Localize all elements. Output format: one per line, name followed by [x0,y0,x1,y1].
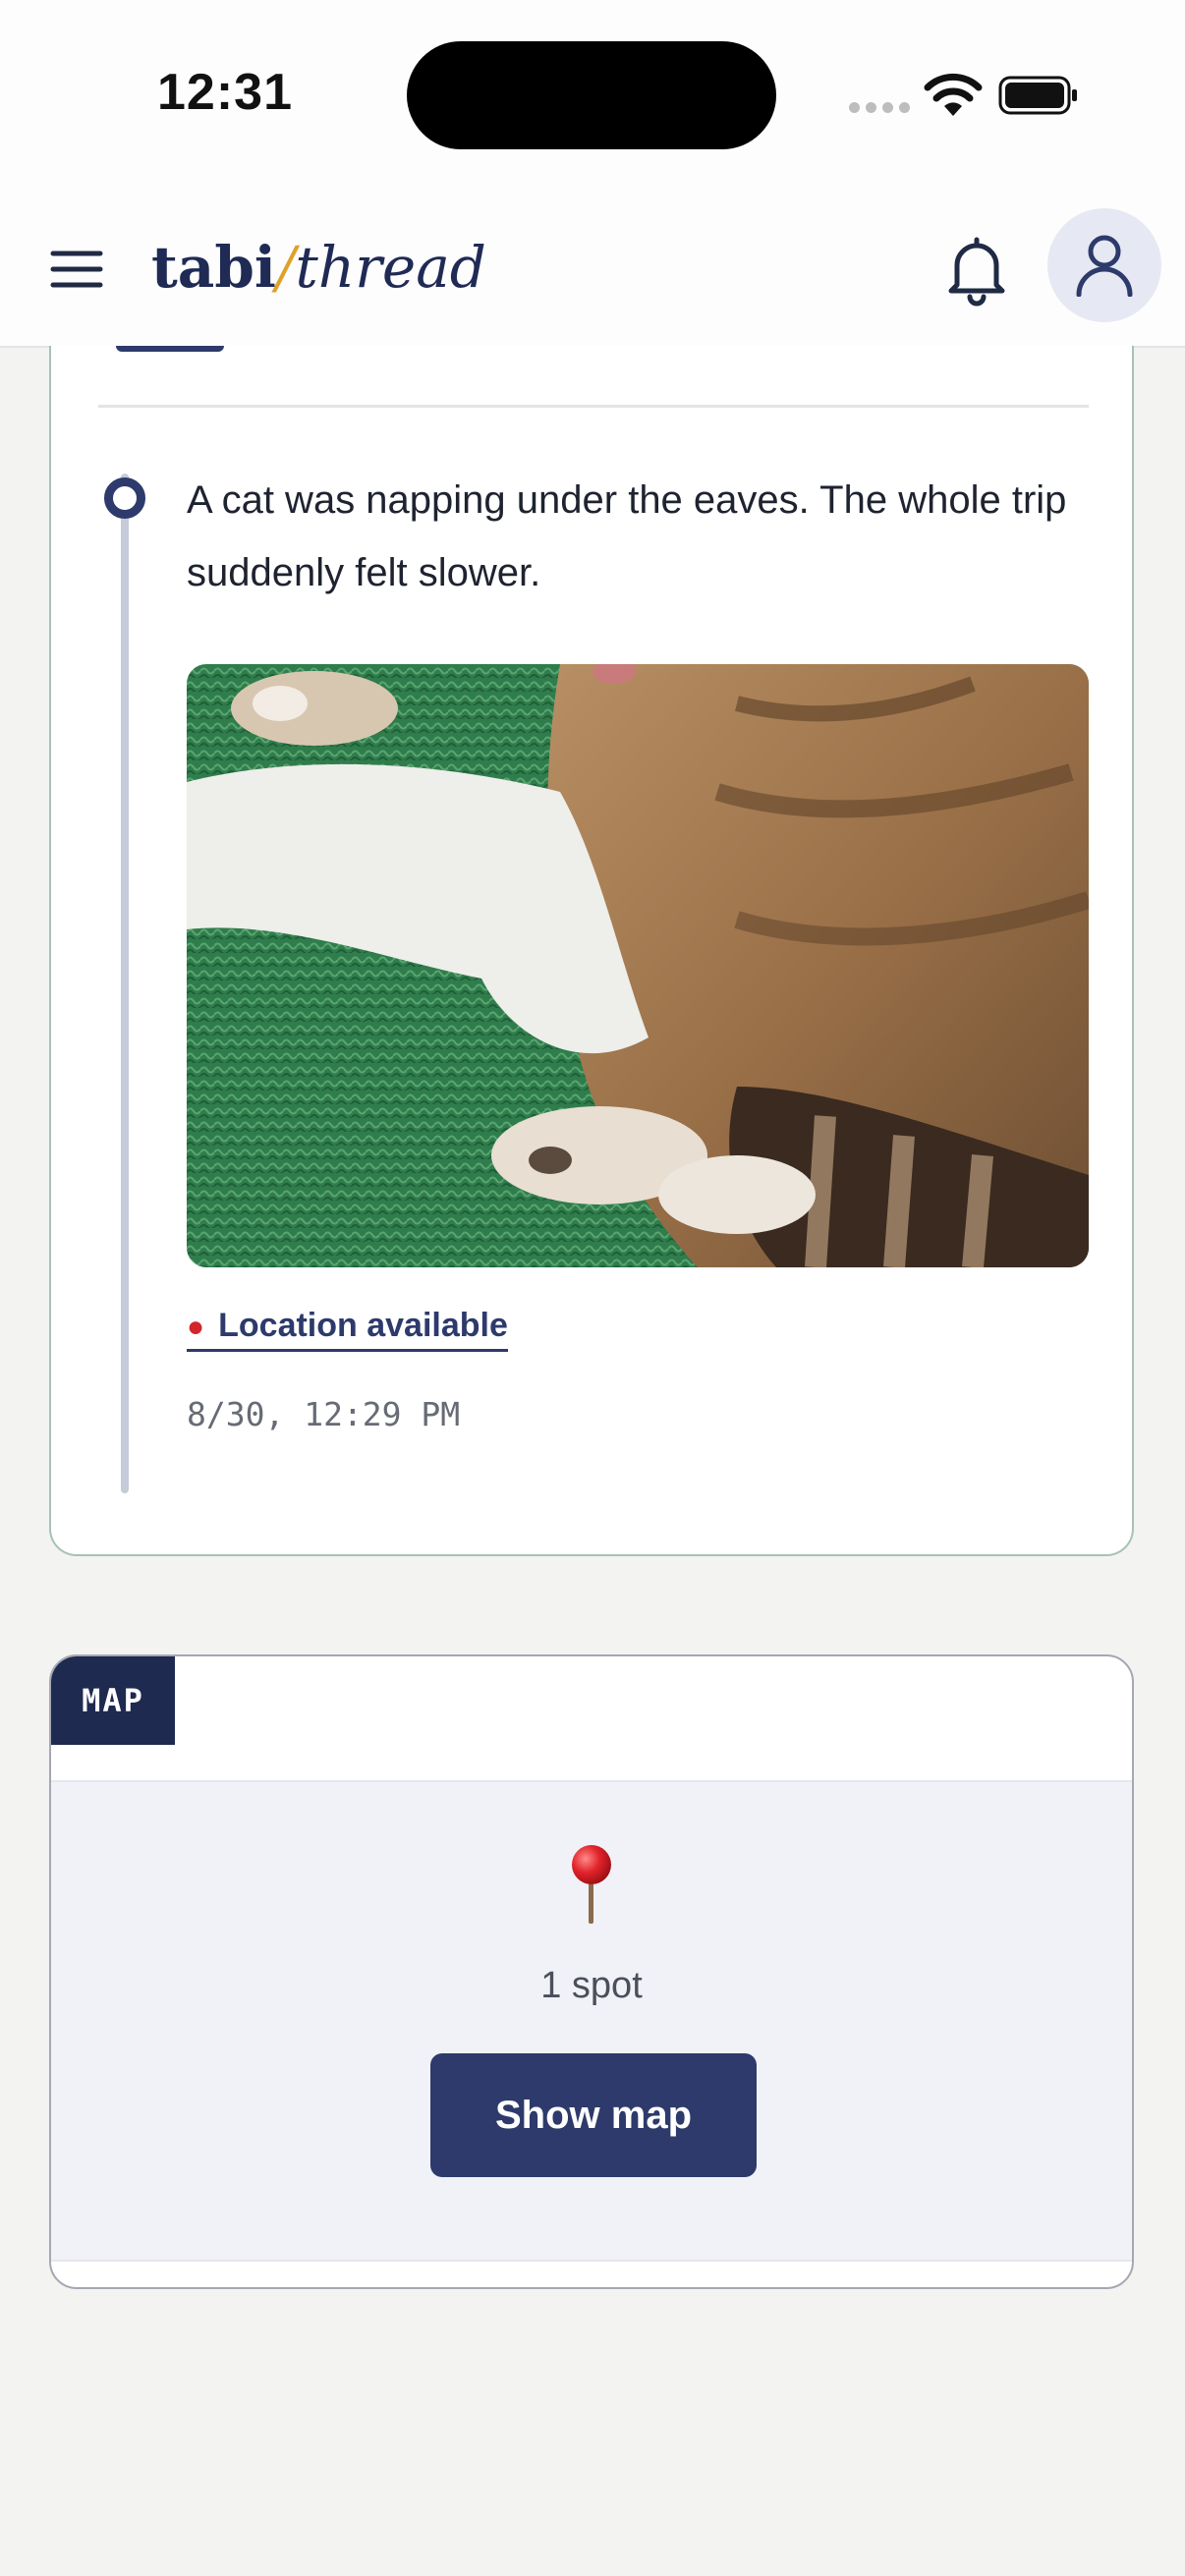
avatar-button[interactable] [1047,208,1161,322]
spot-count: 1 spot [540,1965,643,2006]
user-icon [1076,235,1133,297]
timeline-dot-icon [104,477,145,519]
brand-name-part1: tabi [151,234,276,301]
location-link[interactable]: ● Location available [187,1307,508,1352]
map-card: MAP 1 spot Show map [49,1654,1134,2289]
map-section-label: MAP [51,1656,175,1745]
location-link-label: Location available [218,1307,508,1344]
bell-icon[interactable] [943,232,1010,307]
post-text: A cat was napping under the eaves. The w… [187,478,1067,594]
show-map-button[interactable]: Show map [430,2053,757,2177]
brand-logo[interactable]: tabi/thread [151,228,486,307]
app-header: tabi/thread [0,196,1185,348]
post-photo[interactable] [187,664,1089,1267]
cellular-signal-icon [849,102,910,113]
dynamic-island [407,41,776,149]
menu-icon[interactable] [47,240,106,299]
timeline-line [121,474,129,1493]
battery-icon [998,76,1077,115]
map-placeholder-panel: 1 spot Show map [51,1780,1132,2262]
status-time: 12:31 [157,64,293,121]
wifi-icon [924,73,983,116]
post-timestamp: 8/30, 12:29 PM [187,1395,461,1433]
status-bar: 12:31 [0,0,1185,196]
map-pin-icon [572,1845,611,1924]
trip-post-card: A cat was napping under the eaves. The w… [49,346,1134,1556]
map-pin-icon: ● [187,1311,205,1343]
brand-separator: / [275,234,296,301]
card-tag-stub [116,346,224,352]
brand-name-part2: thread [295,234,486,301]
divider [98,405,1089,408]
